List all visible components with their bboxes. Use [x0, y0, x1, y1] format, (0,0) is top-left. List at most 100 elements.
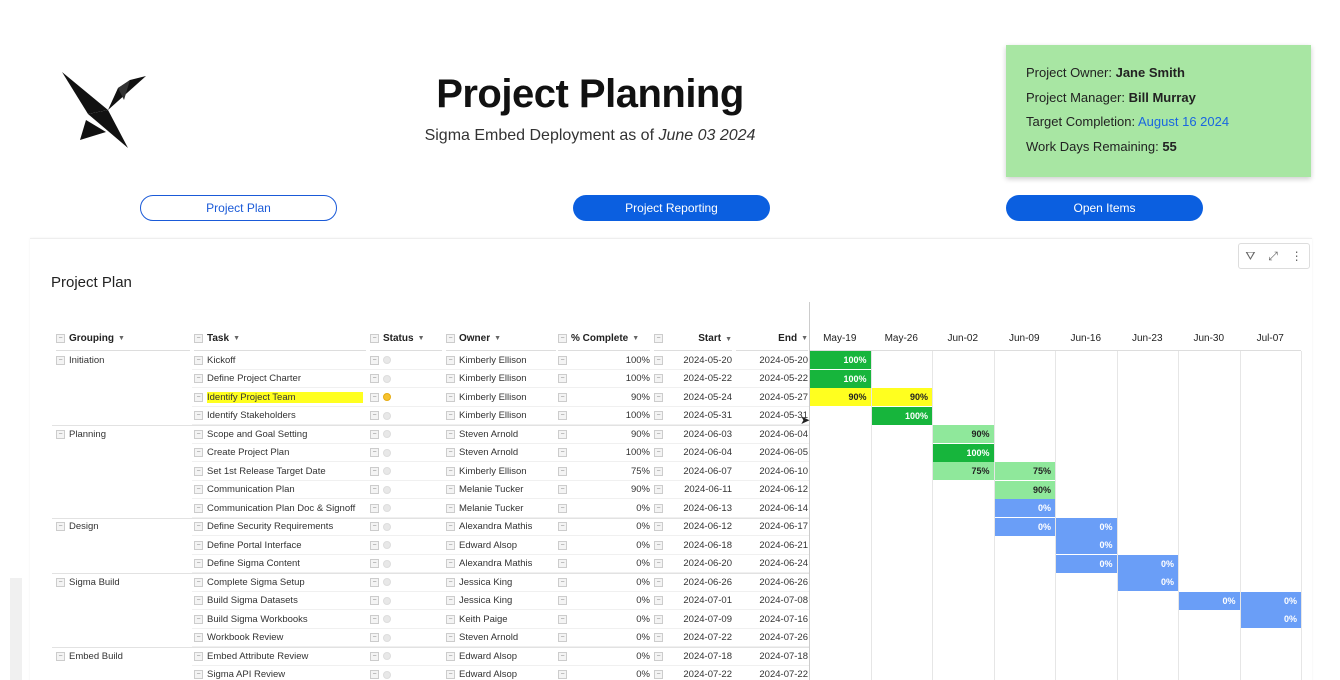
table-row[interactable]: − Define Project Charter − − Kimberly Elliso…: [52, 369, 1290, 389]
task-cell[interactable]: − Set 1st Release Target Date: [194, 462, 366, 481]
gantt-bar[interactable]: 0%: [1056, 554, 1117, 573]
owner-cell[interactable]: − Alexandra Mathis: [446, 518, 556, 537]
nav-project-reporting-button[interactable]: Project Reporting: [573, 195, 770, 221]
task-cell[interactable]: − Communication Plan Doc & Signoff: [194, 499, 366, 518]
end-cell[interactable]: 2024-07-26: [736, 629, 808, 648]
col-header-complete[interactable]: −% Complete ▼: [558, 326, 650, 351]
col-header-status[interactable]: − Status ▼: [370, 326, 442, 351]
status-cell[interactable]: −: [370, 666, 442, 680]
complete-cell[interactable]: −0%: [558, 592, 650, 611]
grouping-cell[interactable]: − Sigma Build: [56, 573, 190, 592]
task-cell[interactable]: − Define Portal Interface: [194, 536, 366, 555]
expand-icon[interactable]: ⤢: [1268, 249, 1278, 264]
col-header-start[interactable]: − Start ▼: [654, 326, 732, 351]
gantt-bar[interactable]: 75%: [994, 462, 1055, 480]
task-cell[interactable]: − Define Sigma Content: [194, 555, 366, 574]
task-cell[interactable]: − Build Sigma Workbooks: [194, 610, 366, 629]
owner-cell[interactable]: − Steven Arnold: [446, 425, 556, 444]
grouping-cell[interactable]: − Embed Build: [56, 647, 190, 666]
table-row[interactable]: − Define Sigma Content − − Alexandra Mathis −…: [52, 554, 1290, 574]
end-cell[interactable]: 2024-05-31: [736, 407, 808, 426]
status-cell[interactable]: −: [370, 573, 442, 592]
complete-cell[interactable]: −100%: [558, 407, 650, 426]
col-header-task[interactable]: − Task ▼: [194, 326, 366, 351]
status-cell[interactable]: −: [370, 592, 442, 611]
gantt-bar[interactable]: 100%: [933, 443, 994, 462]
owner-cell[interactable]: − Melanie Tucker: [446, 481, 556, 500]
complete-cell[interactable]: −0%: [558, 610, 650, 629]
table-row[interactable]: − Create Project Plan − − Steven Arnold −100%…: [52, 443, 1290, 463]
complete-cell[interactable]: −0%: [558, 518, 650, 537]
gantt-bar[interactable]: 0%: [1056, 536, 1117, 554]
filter-icon[interactable]: ⛛: [1245, 249, 1255, 264]
table-row[interactable]: − Initiation − Kickoff − − Kimberly Ellison −10…: [52, 351, 1290, 370]
table-row[interactable]: − Embed Build − Embed Attribute Review − − Edw…: [52, 647, 1290, 666]
end-cell[interactable]: 2024-06-12: [736, 481, 808, 500]
complete-cell[interactable]: −0%: [558, 499, 650, 518]
status-cell[interactable]: −: [370, 629, 442, 648]
col-header-end[interactable]: End ▼: [736, 326, 808, 351]
owner-cell[interactable]: − Melanie Tucker: [446, 499, 556, 518]
task-cell[interactable]: − Build Sigma Datasets: [194, 592, 366, 611]
status-cell[interactable]: −: [370, 555, 442, 574]
start-cell[interactable]: −2024-07-22: [654, 666, 732, 680]
gantt-bar[interactable]: 90%: [810, 388, 871, 406]
owner-cell[interactable]: − Kimberly Ellison: [446, 407, 556, 426]
task-cell[interactable]: − Define Security Requirements: [194, 518, 366, 537]
status-cell[interactable]: −: [370, 518, 442, 537]
status-cell[interactable]: −: [370, 444, 442, 463]
task-cell[interactable]: − Sigma API Review: [194, 666, 366, 680]
complete-cell[interactable]: −0%: [558, 666, 650, 680]
owner-cell[interactable]: − Keith Paige: [446, 610, 556, 629]
task-cell[interactable]: − Complete Sigma Setup: [194, 573, 366, 592]
more-menu-icon[interactable]: ⋮: [1291, 249, 1303, 263]
complete-cell[interactable]: −0%: [558, 647, 650, 666]
gantt-bar[interactable]: 75%: [933, 462, 994, 480]
owner-cell[interactable]: − Edward Alsop: [446, 647, 556, 666]
end-cell[interactable]: 2024-07-18: [736, 647, 808, 666]
start-cell[interactable]: −2024-07-18: [654, 647, 732, 666]
owner-cell[interactable]: − Jessica King: [446, 592, 556, 611]
end-cell[interactable]: 2024-06-14: [736, 499, 808, 518]
owner-cell[interactable]: − Edward Alsop: [446, 666, 556, 680]
table-row[interactable]: − Sigma API Review − − Edward Alsop −0% −2024-…: [52, 666, 1290, 680]
gantt-bar[interactable]: 90%: [994, 480, 1055, 499]
owner-cell[interactable]: − Jessica King: [446, 573, 556, 592]
end-cell[interactable]: 2024-05-22: [736, 370, 808, 389]
table-row[interactable]: − Build Sigma Datasets − − Jessica King −0% −2…: [52, 591, 1301, 611]
owner-cell[interactable]: − Alexandra Mathis: [446, 555, 556, 574]
task-cell[interactable]: − Kickoff: [194, 351, 366, 370]
table-row[interactable]: − Sigma Build − Complete Sigma Setup − − Jessi…: [52, 573, 1290, 592]
owner-cell[interactable]: − Kimberly Ellison: [446, 370, 556, 389]
start-cell[interactable]: −2024-07-09: [654, 610, 732, 629]
complete-cell[interactable]: −0%: [558, 573, 650, 592]
end-cell[interactable]: 2024-05-20: [736, 351, 808, 370]
gantt-bar[interactable]: 100%: [810, 351, 871, 369]
status-cell[interactable]: −: [370, 647, 442, 666]
nav-project-plan-button[interactable]: Project Plan: [140, 195, 337, 221]
gantt-bar[interactable]: 0%: [994, 499, 1055, 517]
table-row[interactable]: − Build Sigma Workbooks − − Keith Paige −0% −2…: [52, 610, 1301, 629]
start-cell[interactable]: −2024-05-31: [654, 407, 732, 426]
task-cell[interactable]: − Scope and Goal Setting: [194, 425, 366, 444]
start-cell[interactable]: −2024-06-26: [654, 573, 732, 592]
status-cell[interactable]: −: [370, 407, 442, 426]
start-cell[interactable]: −2024-06-03: [654, 425, 732, 444]
gantt-bar[interactable]: 90%: [933, 425, 994, 443]
owner-cell[interactable]: − Steven Arnold: [446, 444, 556, 463]
gantt-bar[interactable]: 0%: [1240, 591, 1301, 610]
gantt-bar[interactable]: 0%: [1056, 517, 1117, 536]
task-cell[interactable]: − Define Project Charter: [194, 370, 366, 389]
complete-cell[interactable]: −100%: [558, 444, 650, 463]
gantt-bar[interactable]: 0%: [1117, 554, 1178, 573]
end-cell[interactable]: 2024-06-10: [736, 462, 808, 481]
end-cell[interactable]: 2024-07-16: [736, 610, 808, 629]
gantt-bar[interactable]: 0%: [1240, 610, 1301, 628]
status-cell[interactable]: −: [370, 425, 442, 444]
start-cell[interactable]: −2024-06-04: [654, 444, 732, 463]
gantt-bar[interactable]: 100%: [871, 406, 932, 425]
gantt-bar[interactable]: 0%: [994, 517, 1055, 536]
table-row[interactable]: − Design − Define Security Requirements − − Al…: [52, 517, 1290, 537]
complete-cell[interactable]: −0%: [558, 536, 650, 555]
start-cell[interactable]: −2024-06-18: [654, 536, 732, 555]
